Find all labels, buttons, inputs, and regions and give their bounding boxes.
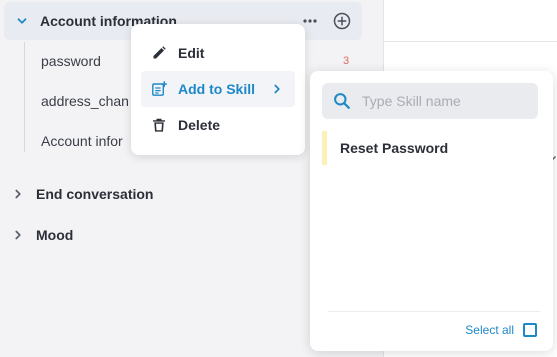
tree-child-password[interactable]: password xyxy=(41,53,101,69)
select-all-control[interactable]: Select all xyxy=(465,323,537,337)
chevron-down-icon xyxy=(17,18,27,24)
tree-group-mood[interactable]: Mood xyxy=(0,216,73,254)
select-all-label: Select all xyxy=(465,323,514,337)
menu-item-label: Delete xyxy=(178,117,221,133)
chevron-right-icon xyxy=(15,189,21,199)
tree-guide-line xyxy=(24,42,25,152)
skill-search-input[interactable] xyxy=(362,93,532,109)
tree-child-address-change[interactable]: address_chan xyxy=(41,93,129,109)
pane-divider xyxy=(384,41,557,42)
pencil-icon xyxy=(153,46,166,59)
menu-item-add-to-skill[interactable]: Add to Skill xyxy=(141,71,295,107)
password-count-badge: 3 xyxy=(343,55,350,67)
context-menu: Edit Add to Skill Delete xyxy=(131,24,305,155)
skill-highlight-bar xyxy=(322,131,327,165)
tree-group-label: Mood xyxy=(36,227,74,243)
trash-icon xyxy=(153,118,165,132)
tree-child-account-information[interactable]: Account infor xyxy=(41,133,123,149)
popover-divider xyxy=(328,311,540,312)
skill-option-label: Reset Password xyxy=(340,140,449,156)
menu-item-delete[interactable]: Delete xyxy=(141,107,295,143)
chevron-right-icon xyxy=(15,230,21,240)
chevron-right-icon xyxy=(274,84,280,94)
menu-item-label: Add to Skill xyxy=(178,81,255,97)
tree-group-end-conversation[interactable]: End conversation xyxy=(0,175,153,213)
skill-search-box[interactable] xyxy=(322,83,538,119)
add-note-icon xyxy=(152,81,167,96)
menu-item-label: Edit xyxy=(178,45,205,61)
menu-item-edit[interactable]: Edit xyxy=(141,35,295,71)
skill-option-reset-password[interactable]: Reset Password xyxy=(322,131,538,165)
add-circle-icon[interactable] xyxy=(332,11,352,31)
row-actions xyxy=(300,11,352,31)
tree-group-label: End conversation xyxy=(36,186,154,202)
search-icon xyxy=(334,93,350,109)
select-all-checkbox[interactable] xyxy=(523,323,537,337)
skill-picker-popover: Reset Password Select all xyxy=(310,71,553,351)
